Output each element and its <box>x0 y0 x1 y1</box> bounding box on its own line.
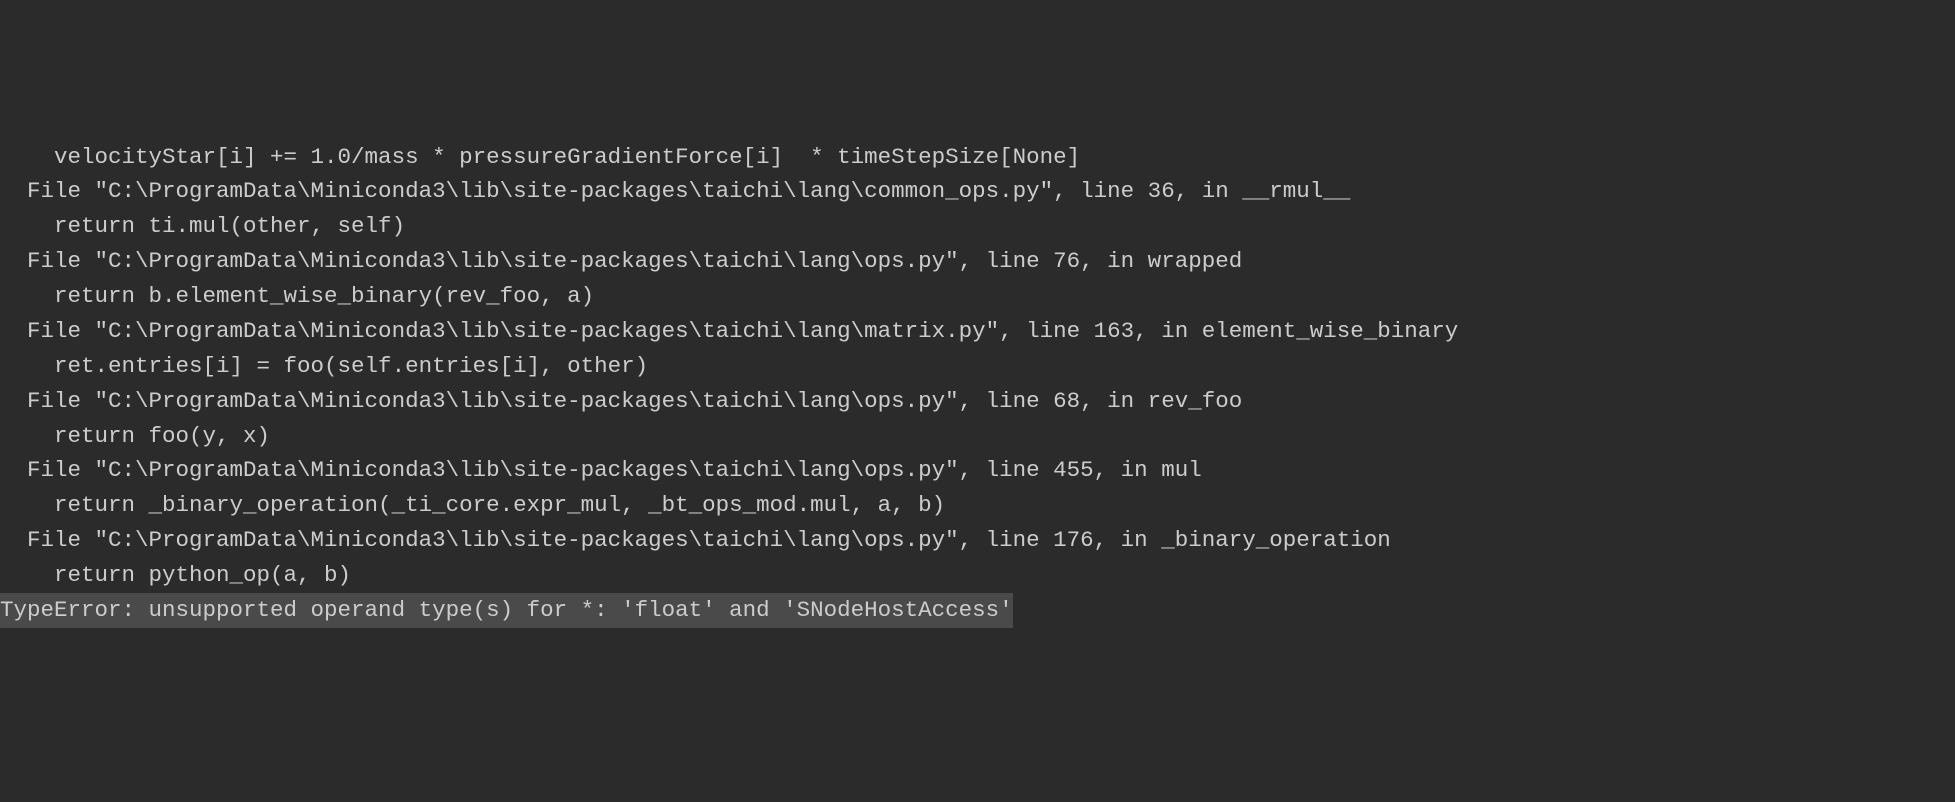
file-line: File "C:\ProgramData\Miniconda3\lib\site… <box>0 178 1350 204</box>
code-line: return _binary_operation(_ti_core.expr_m… <box>0 492 945 518</box>
terminal-output[interactable]: velocityStar[i] += 1.0/mass * pressureGr… <box>0 140 1955 628</box>
file-line: File "C:\ProgramData\Miniconda3\lib\site… <box>0 457 1202 483</box>
file-line: File "C:\ProgramData\Miniconda3\lib\site… <box>0 388 1242 414</box>
file-line: File "C:\ProgramData\Miniconda3\lib\site… <box>0 318 1458 344</box>
code-line: return b.element_wise_binary(rev_foo, a) <box>0 283 594 309</box>
code-line: velocityStar[i] += 1.0/mass * pressureGr… <box>0 144 1080 170</box>
file-line: File "C:\ProgramData\Miniconda3\lib\site… <box>0 248 1242 274</box>
code-line: ret.entries[i] = foo(self.entries[i], ot… <box>0 353 648 379</box>
code-line: return python_op(a, b) <box>0 562 351 588</box>
file-line: File "C:\ProgramData\Miniconda3\lib\site… <box>0 527 1391 553</box>
code-line: return foo(y, x) <box>0 423 270 449</box>
code-line: return ti.mul(other, self) <box>0 213 405 239</box>
error-message: TypeError: unsupported operand type(s) f… <box>0 593 1013 628</box>
